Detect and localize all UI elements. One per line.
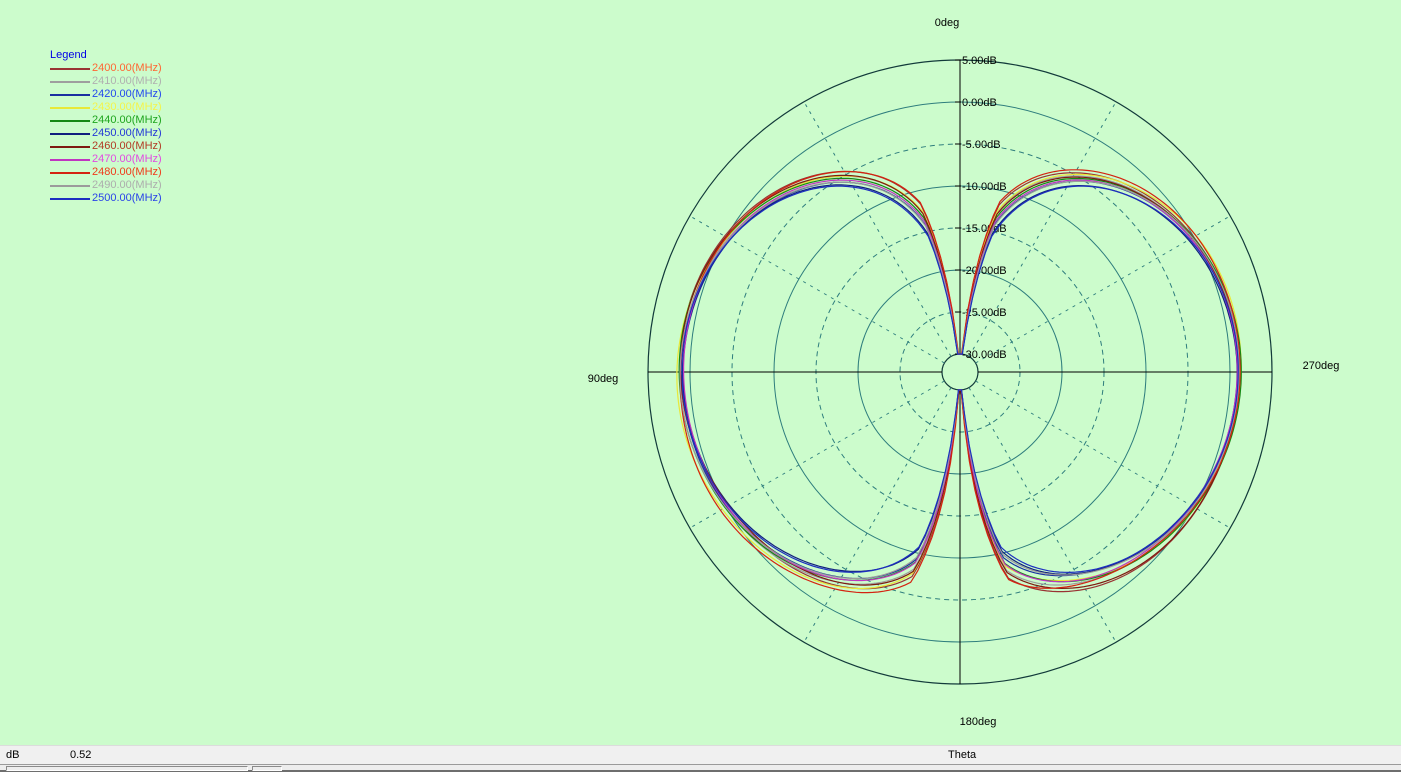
radial-tick-label: 0.00dB [962, 97, 997, 109]
legend-item-label: 2480.00(MHz) [92, 166, 162, 179]
status-cursor-value: 0.52 [70, 746, 91, 764]
legend-item: 2460.00(MHz) [50, 140, 162, 153]
legend: Legend 2400.00(MHz)2410.00(MHz)2420.00(M… [50, 48, 162, 205]
angle-label-90deg: 90deg [588, 373, 619, 385]
polar-plot-area[interactable]: 5.00dB0.00dB-5.00dB-10.00dB-15.00dB-20.0… [0, 0, 1401, 745]
legend-item-label: 2450.00(MHz) [92, 127, 162, 140]
bottom-panel-segment [252, 766, 282, 771]
angle-label-270deg: 270deg [1303, 360, 1340, 372]
status-axis-label: Theta [948, 746, 976, 764]
legend-item: 2420.00(MHz) [50, 88, 162, 101]
legend-item-label: 2470.00(MHz) [92, 153, 162, 166]
legend-item-label: 2460.00(MHz) [92, 140, 162, 153]
legend-title: Legend [50, 48, 162, 62]
legend-color-line [50, 198, 90, 200]
legend-color-line [50, 159, 90, 161]
radial-tick-label: 5.00dB [962, 55, 997, 67]
legend-item-label: 2440.00(MHz) [92, 114, 162, 127]
bottom-panel-segment [6, 766, 248, 771]
legend-item: 2450.00(MHz) [50, 127, 162, 140]
angle-label-0deg: 0deg [935, 17, 959, 29]
angle-label-180deg: 180deg [960, 716, 997, 728]
legend-color-line [50, 133, 90, 135]
pattern-curves [677, 170, 1241, 593]
legend-item: 2410.00(MHz) [50, 75, 162, 88]
legend-item: 2480.00(MHz) [50, 166, 162, 179]
curve-243000mhz [677, 174, 1241, 588]
legend-item: 2440.00(MHz) [50, 114, 162, 127]
polar-grid [648, 60, 1272, 684]
bottom-window-edge [0, 764, 1401, 772]
legend-item: 2400.00(MHz) [50, 62, 162, 75]
legend-color-line [50, 146, 90, 148]
legend-item: 2430.00(MHz) [50, 101, 162, 114]
legend-color-line [50, 81, 90, 83]
legend-color-line [50, 120, 90, 122]
status-bar: dB 0.52 Theta [0, 745, 1401, 764]
legend-item-label: 2400.00(MHz) [92, 62, 162, 75]
curve-246000mhz [681, 175, 1239, 588]
legend-item-label: 2430.00(MHz) [92, 101, 162, 114]
radial-tick-label: -30.00dB [962, 349, 1007, 361]
legend-item: 2500.00(MHz) [50, 192, 162, 205]
legend-color-line [50, 107, 90, 109]
legend-item: 2470.00(MHz) [50, 153, 162, 166]
radial-tick-label: -10.00dB [962, 181, 1007, 193]
legend-color-line [50, 68, 90, 70]
app-window: 5.00dB0.00dB-5.00dB-10.00dB-15.00dB-20.0… [0, 0, 1401, 772]
legend-color-line [50, 185, 90, 187]
legend-items: 2400.00(MHz)2410.00(MHz)2420.00(MHz)2430… [50, 62, 162, 205]
legend-item-label: 2500.00(MHz) [92, 192, 162, 205]
status-unit-label: dB [6, 746, 19, 764]
radial-tick-label: -20.00dB [962, 265, 1007, 277]
legend-color-line [50, 172, 90, 174]
radial-tick-label: -5.00dB [962, 139, 1001, 151]
legend-item-label: 2490.00(MHz) [92, 179, 162, 192]
legend-item-label: 2420.00(MHz) [92, 88, 162, 101]
legend-item-label: 2410.00(MHz) [92, 75, 162, 88]
legend-item: 2490.00(MHz) [50, 179, 162, 192]
legend-color-line [50, 94, 90, 96]
radial-tick-labels: 5.00dB0.00dB-5.00dB-10.00dB-15.00dB-20.0… [955, 55, 1007, 361]
polar-chart[interactable]: 5.00dB0.00dB-5.00dB-10.00dB-15.00dB-20.0… [0, 0, 1401, 745]
